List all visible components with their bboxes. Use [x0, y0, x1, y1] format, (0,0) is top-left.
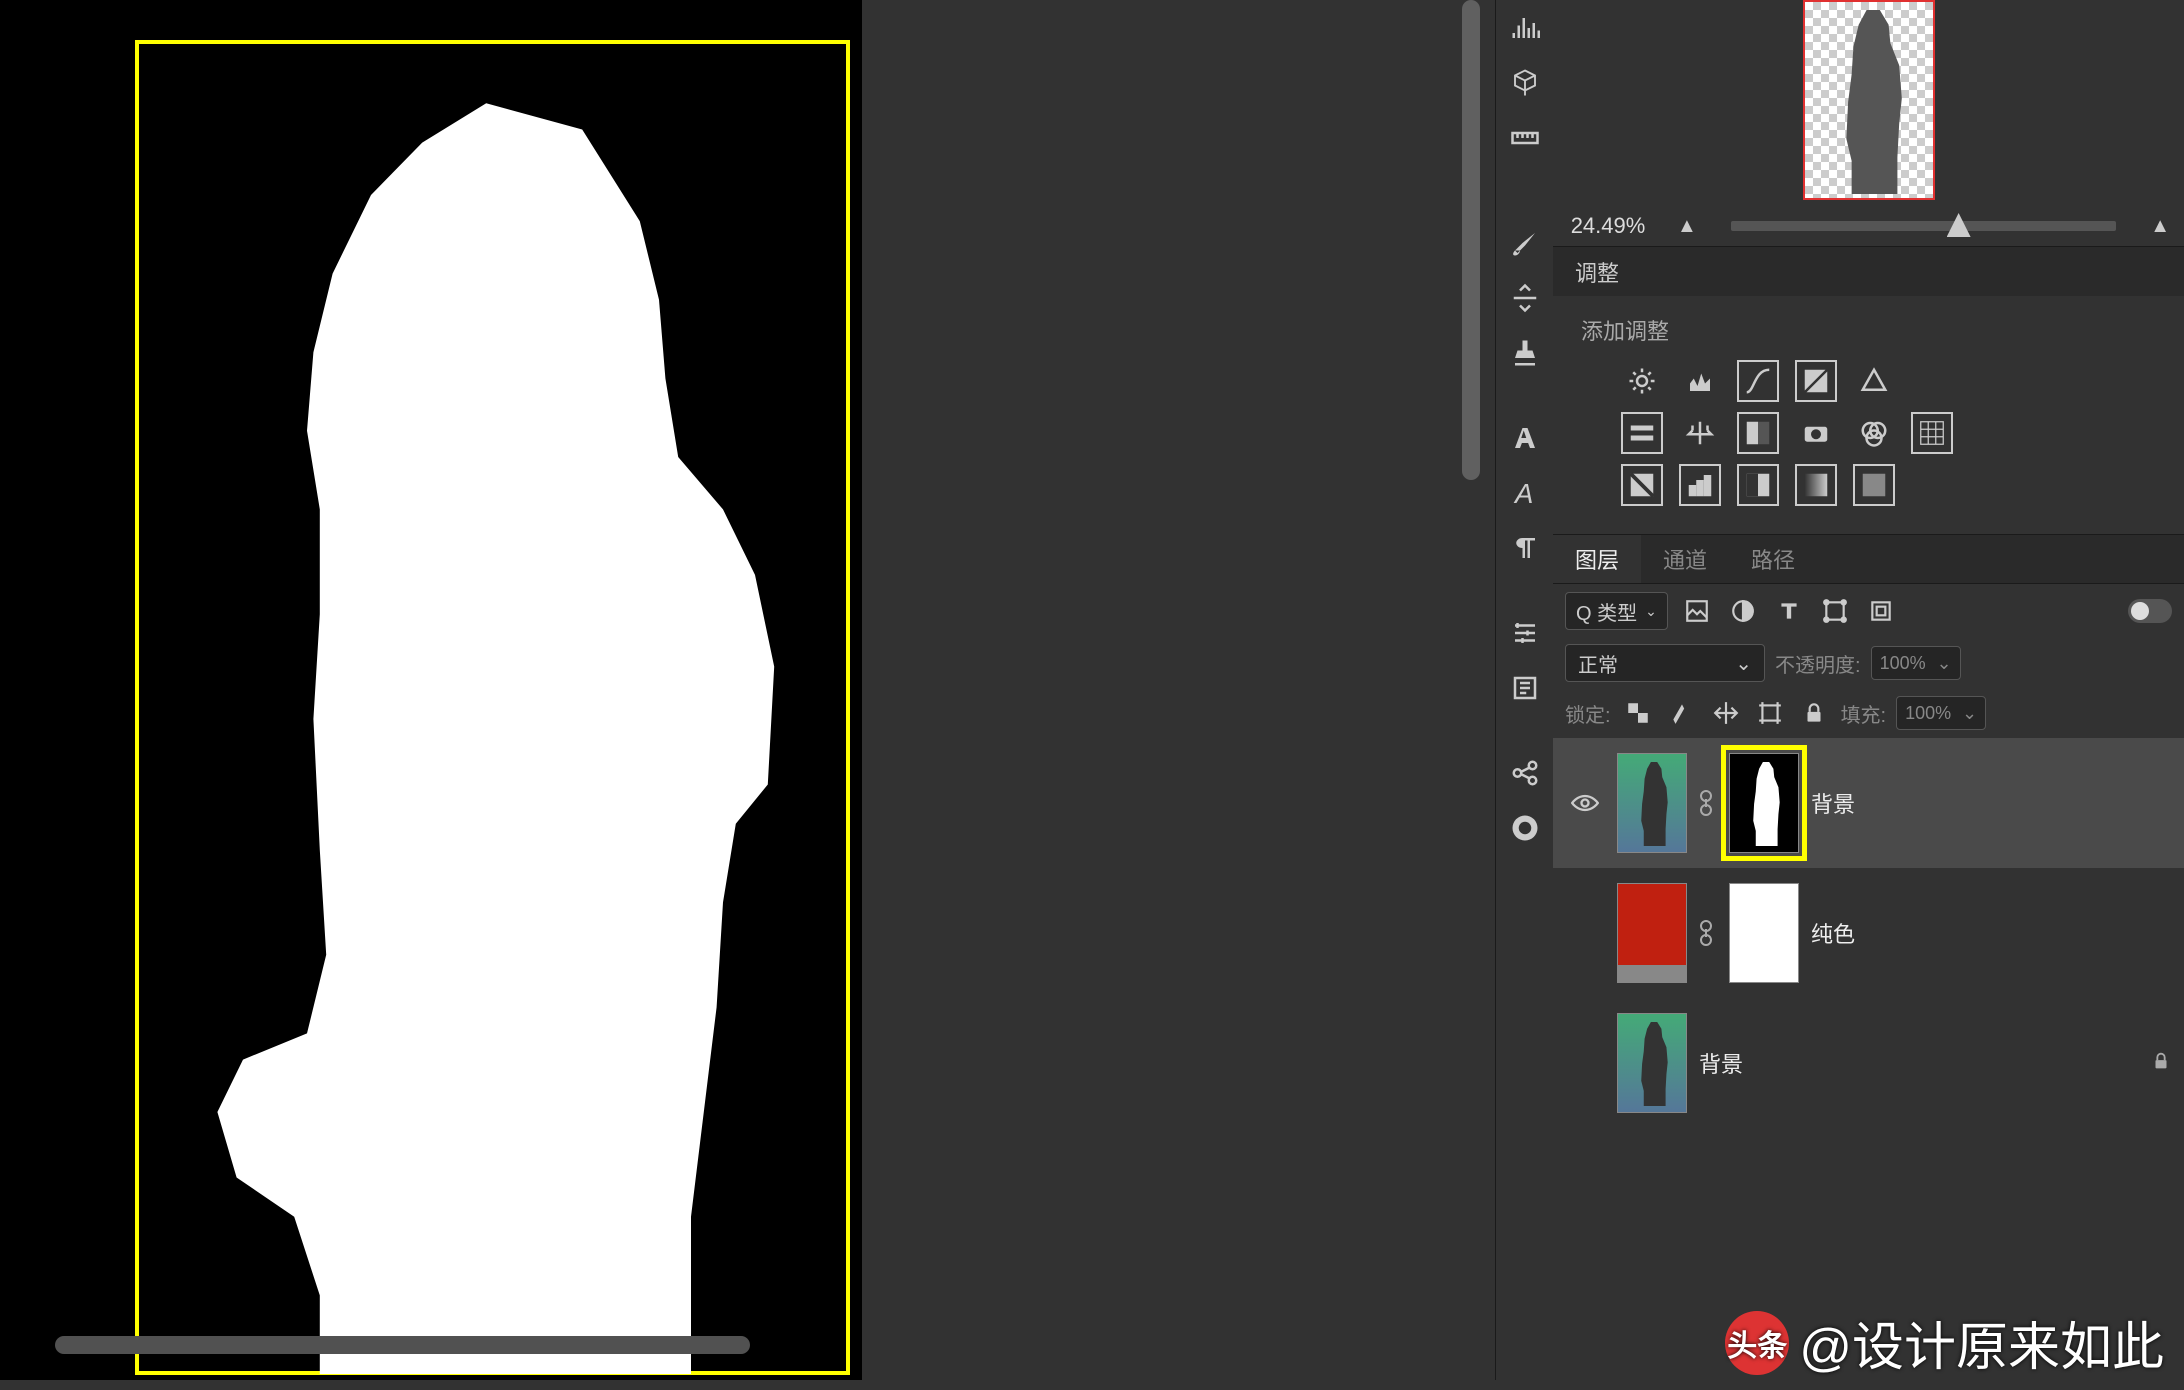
blend-mode-dropdown[interactable]: 正常⌄	[1565, 644, 1765, 682]
lock-row: 锁定: 填充: 100%⌄	[1553, 688, 2184, 738]
visibility-toggle[interactable]	[1565, 793, 1605, 813]
lock-all-icon[interactable]	[1797, 696, 1831, 730]
layer-list: 背景 纯色 背景	[1553, 738, 2184, 1128]
exposure-icon[interactable]	[1795, 360, 1837, 402]
invert-icon[interactable]	[1621, 464, 1663, 506]
right-panels: 24.49% ▲ ▲ 调整 添加调整	[1553, 0, 2184, 1380]
fill-value: 100%	[1905, 703, 1951, 724]
cc-libraries-icon[interactable]	[1496, 800, 1554, 855]
zoom-value[interactable]: 24.49%	[1553, 213, 1663, 239]
blend-row: 正常⌄ 不透明度: 100%⌄	[1553, 638, 2184, 688]
zoom-in-icon[interactable]: ▲	[2136, 215, 2184, 238]
link-icon[interactable]	[1699, 789, 1717, 817]
layer-row[interactable]: 背景	[1553, 738, 2184, 868]
layer-mask-thumbnail[interactable]	[1729, 753, 1799, 853]
svg-text:A: A	[1513, 478, 1533, 508]
gradient-map-icon[interactable]	[1795, 464, 1837, 506]
link-icon[interactable]	[1699, 919, 1717, 947]
measure-icon[interactable]	[1496, 110, 1554, 165]
tab-layers[interactable]: 图层	[1553, 535, 1641, 583]
lock-pixels-icon[interactable]	[1665, 696, 1699, 730]
add-adjustment-label: 添加调整	[1581, 314, 2184, 346]
paragraph-icon[interactable]	[1496, 520, 1554, 575]
curves-icon[interactable]	[1737, 360, 1779, 402]
vibrance-icon[interactable]	[1853, 360, 1895, 402]
filter-type-label: Q 类型	[1576, 597, 1637, 626]
lock-transparent-icon[interactable]	[1621, 696, 1655, 730]
3d-icon[interactable]	[1496, 55, 1554, 110]
filter-smartobj-icon[interactable]	[1864, 594, 1898, 628]
tab-channels[interactable]: 通道	[1641, 535, 1729, 583]
layers-panel-tabs: 图层 通道 路径	[1553, 534, 2184, 584]
layer-thumbnail[interactable]	[1617, 883, 1687, 983]
layer-row[interactable]: 背景	[1553, 998, 2184, 1128]
layer-name[interactable]: 纯色	[1811, 917, 1855, 949]
zoom-handle[interactable]	[1947, 213, 1971, 237]
filter-pixel-icon[interactable]	[1680, 594, 1714, 628]
navigator-thumbnail[interactable]	[1803, 0, 1935, 200]
stamp-icon[interactable]	[1496, 325, 1554, 380]
layer-thumbnail[interactable]	[1617, 753, 1687, 853]
watermark-badge: 头条	[1725, 1311, 1789, 1375]
panel-icon-strip: A	[1495, 0, 1553, 1380]
selection-bounds	[135, 40, 850, 1375]
horizontal-scrollbar[interactable]	[55, 1336, 750, 1354]
levels-icon[interactable]	[1679, 360, 1721, 402]
mask-silhouette	[179, 64, 819, 1374]
adjustments-title: 调整	[1575, 256, 1619, 288]
brightness-icon[interactable]	[1621, 360, 1663, 402]
layer-name[interactable]: 背景	[1811, 787, 1855, 819]
properties-icon[interactable]	[1496, 605, 1554, 660]
canvas-padding	[862, 0, 1460, 1380]
watermark-handle: @设计原来如此	[1799, 1305, 2164, 1380]
brush-preset-icon[interactable]	[1496, 215, 1554, 270]
tab-paths[interactable]: 路径	[1729, 535, 1817, 583]
adjustments-body: 添加调整	[1553, 296, 2184, 534]
zoom-out-icon[interactable]: ▲	[1663, 215, 1711, 238]
color-balance-icon[interactable]	[1679, 412, 1721, 454]
filter-shape-icon[interactable]	[1818, 594, 1852, 628]
lock-artboard-icon[interactable]	[1753, 696, 1787, 730]
lock-position-icon[interactable]	[1709, 696, 1743, 730]
fill-label: 填充:	[1841, 699, 1887, 728]
layer-mask-thumbnail[interactable]	[1729, 883, 1799, 983]
lock-icon	[2150, 1050, 2172, 1077]
posterize-icon[interactable]	[1679, 464, 1721, 506]
layer-row[interactable]: 纯色	[1553, 868, 2184, 998]
black-white-icon[interactable]	[1737, 412, 1779, 454]
adjustments-panel-header[interactable]: 调整	[1553, 246, 2184, 296]
filter-toggle[interactable]	[2128, 599, 2172, 623]
photo-filter-icon[interactable]	[1795, 412, 1837, 454]
navigator-panel: 24.49% ▲ ▲	[1553, 0, 2184, 246]
vertical-scrollbar[interactable]	[1462, 0, 1480, 480]
filter-type-dropdown[interactable]: Q 类型⌄	[1565, 592, 1668, 630]
channel-mixer-icon[interactable]	[1853, 412, 1895, 454]
zoom-slider[interactable]	[1731, 221, 2116, 231]
selective-color-icon[interactable]	[1853, 464, 1895, 506]
fill-field[interactable]: 100%⌄	[1896, 696, 1986, 730]
histogram-icon[interactable]	[1496, 0, 1554, 55]
opacity-value: 100%	[1880, 653, 1926, 674]
threshold-icon[interactable]	[1737, 464, 1779, 506]
watermark: 头条 @设计原来如此	[1725, 1305, 2164, 1380]
lock-label: 锁定:	[1565, 699, 1611, 728]
clone-source-icon[interactable]	[1496, 270, 1554, 325]
layer-name[interactable]: 背景	[1699, 1047, 1743, 1079]
opacity-label: 不透明度:	[1775, 649, 1861, 678]
opacity-field[interactable]: 100%⌄	[1871, 646, 1961, 680]
glyphs-icon[interactable]: A	[1496, 465, 1554, 520]
filter-adjustment-icon[interactable]	[1726, 594, 1760, 628]
filter-type-text-icon[interactable]	[1772, 594, 1806, 628]
share-icon[interactable]	[1496, 745, 1554, 800]
zoom-control: 24.49% ▲ ▲	[1553, 206, 2184, 246]
notes-icon[interactable]	[1496, 660, 1554, 715]
hue-sat-icon[interactable]	[1621, 412, 1663, 454]
layer-filter-row: Q 类型⌄	[1553, 584, 2184, 638]
layer-thumbnail[interactable]	[1617, 1013, 1687, 1113]
character-icon[interactable]	[1496, 410, 1554, 465]
blend-mode-label: 正常	[1578, 649, 1618, 678]
color-lookup-icon[interactable]	[1911, 412, 1953, 454]
